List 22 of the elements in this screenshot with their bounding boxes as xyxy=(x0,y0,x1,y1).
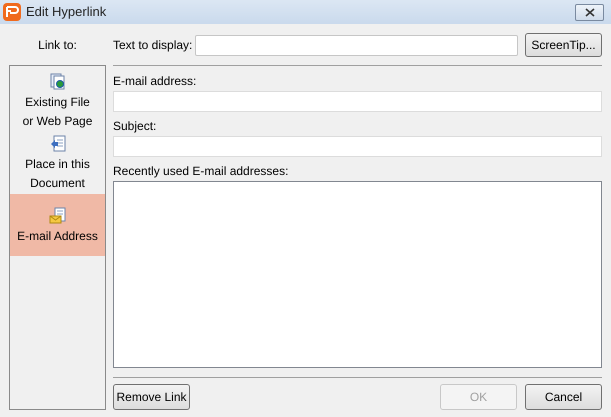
envelope-document-icon xyxy=(48,206,66,224)
close-button[interactable] xyxy=(575,4,604,20)
remove-link-button[interactable]: Remove Link xyxy=(113,384,190,410)
link-to-label: Link to: xyxy=(38,36,77,54)
close-icon xyxy=(584,8,594,16)
email-address-field[interactable] xyxy=(113,91,602,112)
link-type-item[interactable]: Place in this Document xyxy=(10,132,105,194)
window-title: Edit Hyperlink xyxy=(26,3,106,22)
cancel-button[interactable]: Cancel xyxy=(525,384,602,410)
subject-field[interactable] xyxy=(113,136,602,157)
subject-label: Subject: xyxy=(113,118,158,134)
link-type-item[interactable]: Existing File or Web Page xyxy=(10,70,105,132)
recent-addresses-label: Recently used E-mail addresses: xyxy=(113,163,290,179)
link-type-item[interactable]: E-mail Address xyxy=(10,194,105,256)
screentip-button[interactable]: ScreenTip... xyxy=(525,33,602,57)
email-address-label: E-mail address: xyxy=(113,73,198,89)
text-to-display-label: Text to display: xyxy=(113,37,194,54)
recent-addresses-list[interactable] xyxy=(113,181,602,368)
app-logo-icon xyxy=(3,3,21,21)
text-to-display-field[interactable] xyxy=(195,34,518,56)
document-arrow-icon xyxy=(50,135,66,153)
document-globe-icon xyxy=(50,73,66,91)
